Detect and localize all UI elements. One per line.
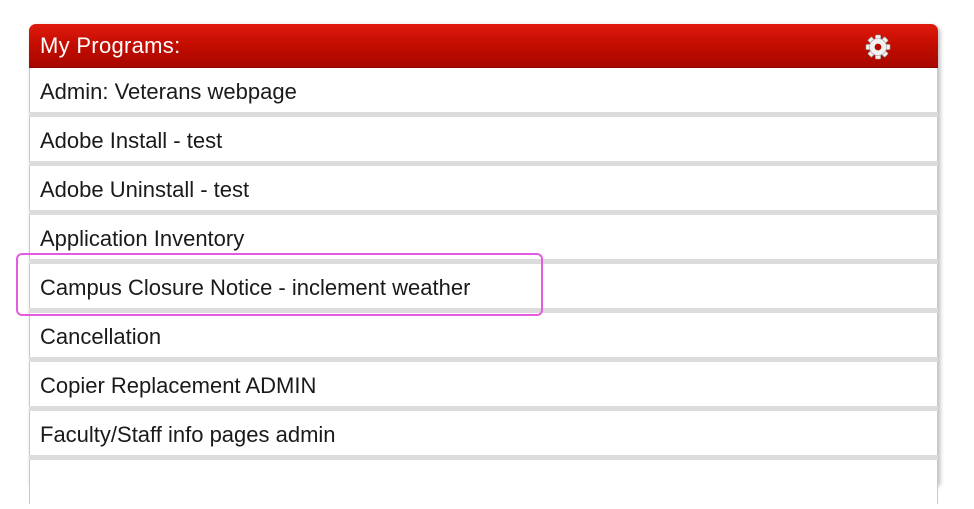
- panel-header: My Programs:: [29, 24, 938, 68]
- my-programs-panel: My Programs: Admin: Veterans webpage Ado…: [29, 24, 938, 504]
- list-item-label: Campus Closure Notice - inclement weathe…: [40, 275, 471, 300]
- list-item[interactable]: [29, 460, 938, 504]
- list-item-label: Copier Replacement ADMIN: [40, 373, 317, 398]
- list-item[interactable]: Faculty/Staff info pages admin: [29, 411, 938, 455]
- list-item[interactable]: Cancellation: [29, 313, 938, 357]
- list-item-label: Faculty/Staff info pages admin: [40, 422, 336, 447]
- list-item-label: Cancellation: [40, 324, 162, 349]
- list-item[interactable]: Application Inventory: [29, 215, 938, 259]
- list-item[interactable]: Adobe Install - test: [29, 117, 938, 161]
- list-item[interactable]: Admin: Veterans webpage: [29, 68, 938, 112]
- list-item-label: Application Inventory: [40, 226, 245, 251]
- gear-icon[interactable]: [864, 33, 892, 61]
- list-item[interactable]: Campus Closure Notice - inclement weathe…: [29, 264, 938, 308]
- program-list: Admin: Veterans webpage Adobe Install - …: [29, 68, 938, 509]
- list-item-label: Admin: Veterans webpage: [40, 79, 297, 104]
- panel-title: My Programs:: [40, 33, 181, 58]
- list-item[interactable]: Adobe Uninstall - test: [29, 166, 938, 210]
- list-item-label: Adobe Uninstall - test: [40, 177, 250, 202]
- list-item-label: Adobe Install - test: [40, 128, 223, 153]
- list-item[interactable]: Copier Replacement ADMIN: [29, 362, 938, 406]
